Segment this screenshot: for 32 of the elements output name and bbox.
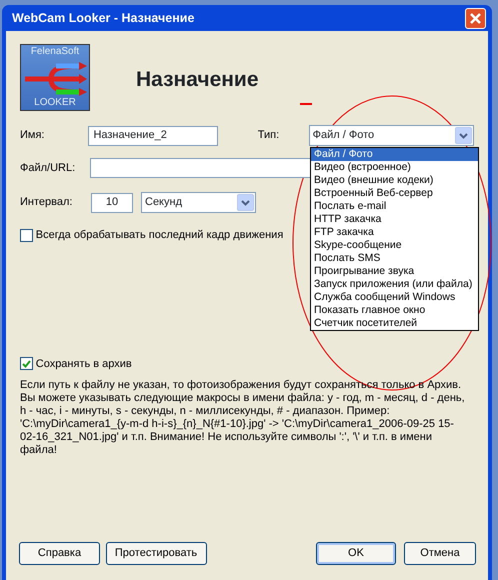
dropdown-option[interactable]: Встроенный Веб-сервер: [311, 187, 478, 200]
dialog-button[interactable]: Протестировать: [106, 542, 206, 565]
unit-dropdown[interactable]: Секунд: [141, 192, 256, 213]
dropdown-option[interactable]: Skype-сообщение: [311, 239, 478, 252]
dialog-heading: Назначение: [136, 67, 259, 94]
dropdown-option[interactable]: Показать главное окно: [311, 304, 478, 317]
dropdown-option[interactable]: Запуск приложения (или файла): [311, 278, 478, 291]
logo-text: FelenaSoft: [30, 46, 80, 58]
checkbox-label: Всегда обрабатывать последний кадр движения: [36, 228, 284, 243]
name-field[interactable]: Назначение_2: [88, 126, 218, 146]
dropdown-option[interactable]: HTTP закачка: [311, 213, 478, 226]
dialog-button[interactable]: OK: [316, 542, 396, 565]
field-label: Тип:: [258, 128, 280, 144]
dropdown-option[interactable]: Проигрывание звука: [311, 265, 478, 278]
window-title: WebCam Looker - Назначение: [12, 10, 194, 27]
field-label: Файл/URL:: [20, 160, 76, 176]
dropdown-option[interactable]: Видео (встроенное): [311, 161, 478, 174]
dialog-button[interactable]: Отмена: [404, 542, 476, 565]
dropdown-option[interactable]: Видео (внешние кодеки): [311, 174, 478, 187]
logo-text: LOOKER: [33, 96, 77, 108]
interval-field[interactable]: 10: [91, 192, 133, 212]
field-label: Интервал:: [20, 195, 74, 210]
dialog-button[interactable]: Справка: [19, 542, 100, 565]
dropdown-option[interactable]: Служба сообщений Windows: [311, 291, 478, 304]
dropdown-option[interactable]: Послать e-mail: [311, 200, 478, 213]
dropdown-option[interactable]: Счетчик посетителей: [311, 317, 478, 330]
dropdown-option[interactable]: Послать SMS: [311, 252, 478, 265]
dropdown-option[interactable]: FTP закачка: [311, 226, 478, 239]
type-dropdown[interactable]: Файл / Фото: [308, 125, 474, 146]
dropdown-option[interactable]: Файл / Фото: [311, 148, 478, 161]
checkbox-label: Сохранять в архив: [36, 356, 132, 372]
field-label: Имя:: [20, 128, 46, 144]
